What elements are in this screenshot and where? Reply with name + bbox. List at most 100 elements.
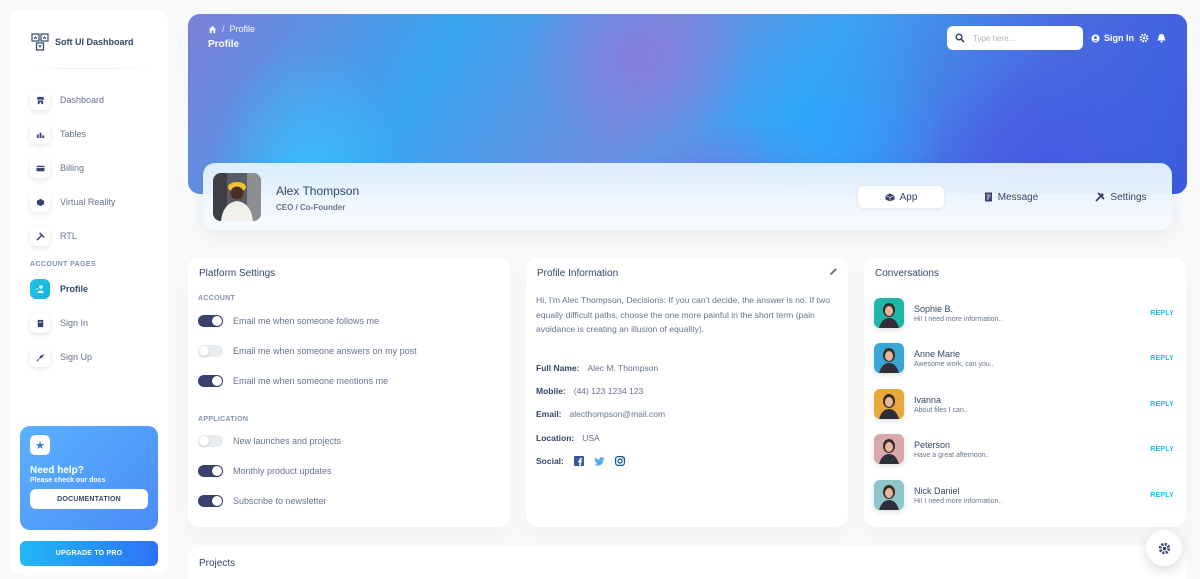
shop-icon [30, 90, 50, 110]
credit-card-icon [30, 158, 50, 178]
sidebar-item-sign-in[interactable]: Sign In [10, 306, 168, 340]
pencil-icon[interactable] [829, 267, 838, 276]
reply-button[interactable]: REPLY [1150, 446, 1174, 453]
toggle-switch[interactable] [198, 465, 223, 477]
document-icon [30, 313, 50, 333]
reply-button[interactable]: REPLY [1150, 355, 1174, 362]
profile-tabs: App Message Settings [858, 186, 1182, 208]
toggle-switch[interactable] [198, 435, 223, 447]
toggle-switch[interactable] [198, 345, 223, 357]
info-row-full-name: Full Name: Alec M. Thompson [536, 363, 658, 373]
info-value: (44) 123 1234 123 [573, 386, 644, 396]
conversation-avatar [874, 343, 904, 373]
cube-icon [884, 193, 895, 201]
setting-label: Subscribe to newsletter [233, 496, 327, 506]
brand-name: Soft UI Dashboard [55, 37, 134, 47]
reply-button[interactable]: REPLY [1150, 310, 1174, 317]
tab-app[interactable]: App [858, 186, 944, 208]
conversation-message: Awesome work, can you.. [914, 360, 994, 368]
profile-bio: Hi, I'm Alec Thompson, Decisions: If you… [536, 295, 831, 334]
facebook-icon[interactable] [573, 456, 584, 466]
sidebar-item-label: Tables [60, 129, 87, 139]
setting-label: Monthly product updates [233, 466, 332, 476]
conversation-avatar [874, 434, 904, 464]
reply-button[interactable]: REPLY [1150, 492, 1174, 499]
documentation-button[interactable]: DOCUMENTATION [30, 489, 148, 509]
profile-name: Alex Thompson [276, 184, 360, 198]
info-value: Alec M. Thompson [587, 363, 659, 373]
group-label-account: ACCOUNT [198, 295, 236, 302]
sidebar-item-dashboard[interactable]: Dashboard [10, 83, 168, 117]
reply-button[interactable]: REPLY [1150, 401, 1174, 408]
user-icon [30, 279, 50, 299]
setting-label: Email me when someone follows me [233, 316, 380, 326]
sidebar-item-label: Sign In [60, 318, 89, 328]
info-row-email: Email: alecthompson@mail.com [536, 409, 665, 419]
conversation-message: About files I can.. [914, 406, 968, 414]
tab-message[interactable]: Message [968, 186, 1054, 208]
sidebar-item-sign-up[interactable]: Sign Up [10, 340, 168, 374]
wrench-icon [30, 226, 50, 246]
sidebar: Soft UI Dashboard Dashboard Tables Billi… [10, 10, 168, 575]
conversation-name: Anne Marie [914, 348, 961, 359]
conversation-message: Hi! I need more information.. [914, 315, 1003, 323]
sidebar-item-rtl[interactable]: RTL [10, 219, 168, 253]
info-value: USA [582, 433, 600, 443]
conversation-text: Peterson Have a great afternoon.. [914, 440, 1150, 459]
gear-icon [1158, 542, 1170, 554]
setting-row: Subscribe to newsletter [198, 495, 327, 507]
sidebar-item-billing[interactable]: Billing [10, 151, 168, 185]
platform-settings-card: Platform Settings ACCOUNT Email me when … [188, 257, 510, 527]
info-key: Email: [536, 409, 562, 419]
sidebar-item-profile[interactable]: Profile [10, 272, 168, 306]
breadcrumb-item[interactable]: Profile [230, 24, 256, 34]
configurator-button[interactable] [1146, 530, 1182, 566]
upgrade-to-pro-button[interactable]: UPGRADE TO PRO [20, 541, 158, 566]
sidebar-item-label: Billing [60, 163, 85, 173]
search-input[interactable] [973, 33, 1073, 43]
conversation-avatar [874, 389, 904, 419]
help-card: ★ Need help? Please check our docs DOCUM… [20, 426, 158, 530]
sidebar-item-label: Profile [60, 284, 89, 294]
toggle-switch[interactable] [198, 495, 223, 507]
home-icon[interactable] [208, 25, 217, 34]
setting-label: Email me when someone answers on my post [233, 346, 417, 356]
conversation-item: Sophie B. Hi! I need more information.. RE… [874, 297, 1174, 329]
profile-information-card: Profile Information Hi, I'm Alec Thompso… [526, 257, 848, 527]
toggle-switch[interactable] [198, 375, 223, 387]
gear-icon[interactable] [1139, 33, 1149, 43]
profile-role: CEO / Co-Founder [276, 203, 346, 212]
info-row-social: Social: [536, 456, 625, 466]
conversation-message: Have a great afternoon.. [914, 451, 990, 459]
tab-label: App [899, 191, 918, 203]
card-title: Platform Settings [199, 268, 276, 279]
section-label-account-pages: ACCOUNT PAGES [30, 261, 97, 268]
sidebar-item-tables[interactable]: Tables [10, 117, 168, 151]
chart-icon [30, 124, 50, 144]
instagram-icon[interactable] [614, 456, 625, 466]
brand[interactable]: Soft UI Dashboard [10, 10, 168, 60]
conversation-name: Ivanna [914, 394, 942, 405]
help-subtitle: Please check our docs [30, 477, 106, 484]
setting-row: Email me when someone mentions me [198, 375, 388, 387]
conversation-item: Anne Marie Awesome work, can you.. REPLY [874, 342, 1174, 374]
tab-settings[interactable]: Settings [1078, 186, 1164, 208]
tools-icon [1095, 192, 1106, 202]
search-box[interactable] [947, 26, 1083, 50]
sign-in-label: Sign In [1104, 33, 1134, 43]
sidebar-item-virtual-reality[interactable]: Virtual Reality [10, 185, 168, 219]
toggle-switch[interactable] [198, 315, 223, 327]
setting-row: Email me when someone answers on my post [198, 345, 417, 357]
info-row-location: Location: USA [536, 433, 600, 443]
card-title: Profile Information [537, 268, 619, 279]
sidebar-item-label: RTL [60, 231, 77, 241]
sign-in-link[interactable]: Sign In [1091, 33, 1134, 43]
setting-row: New launches and projects [198, 435, 341, 447]
bell-icon[interactable] [1157, 33, 1166, 43]
card-title: Conversations [875, 268, 939, 279]
info-key: Location: [536, 433, 575, 443]
search-icon [955, 33, 965, 43]
breadcrumb-separator: / [222, 24, 225, 34]
twitter-icon[interactable] [594, 456, 605, 466]
brand-logo-icon [31, 33, 49, 51]
